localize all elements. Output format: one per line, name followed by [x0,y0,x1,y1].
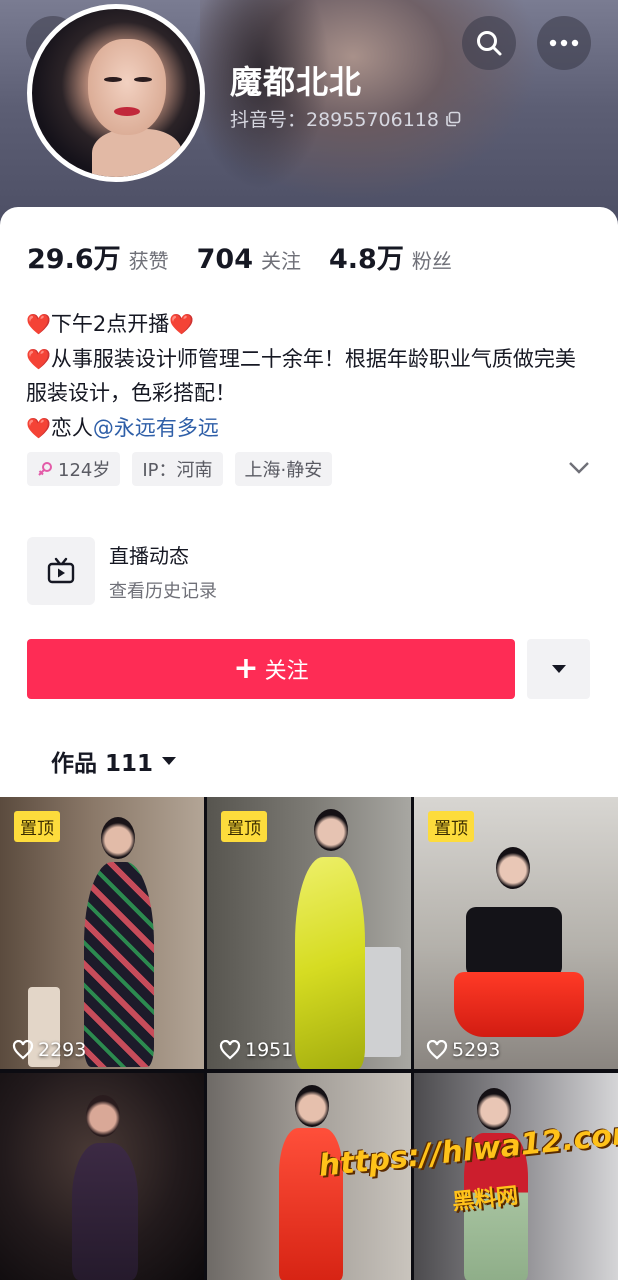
watermark-site: 黑料网 [451,1183,520,1216]
avatar-neck [92,129,182,177]
thumbnail-figure [84,862,154,1067]
caret-down-icon [551,665,566,673]
ip-tag: IP：河南 [132,452,223,486]
thumbnail-head [477,1088,511,1130]
tags-row: 124岁 IP：河南 上海·静安 [27,452,333,486]
chevron-down-icon[interactable] [568,461,590,475]
thumbnail-figure [466,907,562,977]
username: 魔都北北 [230,63,363,101]
mention-link[interactable]: @永远有多远 [93,416,219,440]
video-tile[interactable]: 置顶 1951 [207,797,411,1069]
thumbnail-head [314,809,348,851]
douyin-id-text: 抖音号：28955706118 [230,109,439,131]
age-tag-text: 124岁 [58,460,111,481]
thumbnail-figure [72,1143,138,1280]
live-text: 直播动态 查看历史记录 [109,540,217,603]
thumbnail-head [295,1085,329,1127]
followers-label[interactable]: 粉丝 [412,245,452,274]
heart-icon: ❤️ [26,312,51,336]
pinned-badge: 置顶 [428,811,474,842]
like-count: 1951 [219,1039,293,1061]
video-tile[interactable]: 置顶 5293 [414,797,618,1069]
bio-line-2-text: 从事服装设计师管理二十余年！根据年龄职业气质做完美服装设计，色彩搭配！ [26,346,576,406]
following-label[interactable]: 关注 [261,245,301,274]
pinned-badge: 置顶 [221,811,267,842]
like-count-text: 1951 [245,1039,294,1061]
live-activity-entry[interactable]: 直播动态 查看历史记录 [27,537,217,605]
video-grid: 置顶 2293 置顶 1951 置顶 5293 [0,797,618,1280]
thumbnail-head [101,817,135,859]
more-button[interactable] [537,16,591,70]
bio-line-3: ❤️恋人@永远有多远 [26,411,596,446]
heart-icon: ❤️ [26,346,51,371]
follow-button[interactable]: + 关注 [27,639,515,699]
tab-works[interactable]: 作品 111 [51,744,177,778]
heart-outline-icon [12,1040,34,1060]
avatar-eye-left [104,77,122,82]
heart-outline-icon [219,1040,241,1060]
search-button[interactable] [462,16,516,70]
stats-row: 29.6万 获赞 704 关注 4.8万 粉丝 [27,237,480,276]
thumbnail-head [86,1095,120,1137]
live-subtitle: 查看历史记录 [109,580,217,602]
female-icon [38,462,52,476]
age-tag: 124岁 [27,452,121,486]
profile-header: ‹ 魔都北北 抖音号：28955706118 [0,0,618,240]
pinned-badge: 置顶 [14,811,60,842]
like-count-text: 2293 [38,1039,87,1061]
tab-works-label: 作品 111 [51,751,154,777]
avatar[interactable] [27,4,205,182]
avatar-face [88,39,166,135]
like-count: 5293 [426,1039,500,1061]
avatar-lips [114,107,140,116]
caret-down-icon [162,757,177,765]
douyin-id[interactable]: 抖音号：28955706118 [230,105,461,132]
heart-icon: ❤️ [169,312,195,336]
likes-count: 29.6万 [27,244,121,275]
thumbnail-figure [295,857,365,1069]
like-count-text: 5293 [452,1039,501,1061]
avatar-eye-right [134,77,152,82]
following-count[interactable]: 704 [197,244,253,275]
bio-line-2: ❤️从事服装设计师管理二十余年！根据年龄职业气质做完美服装设计，色彩搭配！ [26,342,596,411]
video-tile[interactable] [414,1073,618,1280]
location-tag[interactable]: 上海·静安 [234,452,333,486]
search-icon [477,31,502,56]
more-dots-icon [549,39,579,47]
bio-line-1: ❤️下午2点开播❤️ [26,307,596,342]
live-title: 直播动态 [109,543,189,568]
profile-card: 29.6万 获赞 704 关注 4.8万 粉丝 ❤️下午2点开播❤️ ❤️从事服… [0,207,618,797]
likes-label: 获赞 [128,249,169,273]
bio-line-3-text: 恋人 [50,415,93,440]
thumbnail-head [496,847,530,889]
live-box [27,537,95,605]
video-tile[interactable] [0,1073,204,1280]
tv-icon [47,557,75,584]
bio: ❤️下午2点开播❤️ ❤️从事服装设计师管理二十余年！根据年龄职业气质做完美服装… [26,307,596,445]
video-tile[interactable]: 置顶 2293 [0,797,204,1069]
like-count: 2293 [12,1039,86,1061]
heart-outline-icon [426,1040,448,1060]
heart-icon: ❤️ [26,415,51,440]
thumbnail-skirt [454,972,584,1037]
recommend-dropdown-button[interactable] [527,639,590,699]
bio-line-1-text: 下午2点开播 [50,312,170,336]
copy-icon[interactable] [445,111,461,127]
follow-label: 关注 [264,659,309,684]
followers-count[interactable]: 4.8万 [329,237,404,276]
plus-icon: + [233,651,259,686]
